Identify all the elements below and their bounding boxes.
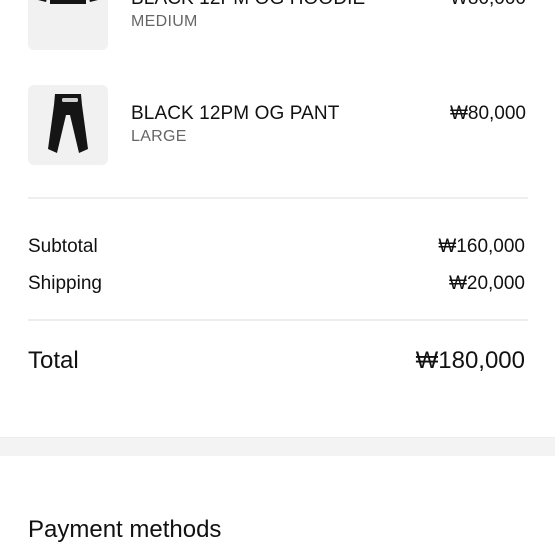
product-price: ₩80,000 [449,103,526,124]
product-thumbnail [28,85,108,165]
section-separator [0,437,555,456]
payment-methods-heading: Payment methods [28,516,222,543]
subtotal-label: Subtotal [28,236,98,257]
total-row: Total ₩180,000 [28,347,525,379]
product-size: LARGE [131,128,187,145]
product-name: BLACK 12PM OG HOODIE [131,0,365,10]
shipping-value: ₩20,000 [448,273,525,294]
divider [28,197,528,199]
product-name: BLACK 12PM OG PANT [131,103,340,124]
cart-item-pant: BLACK 12PM OG PANT LARGE ₩80,000 [28,85,528,165]
product-thumbnail [28,0,108,50]
shipping-label: Shipping [28,273,102,294]
pant-image [48,94,88,153]
subtotal-row: Subtotal ₩160,000 [28,236,525,260]
hoodie-image [38,0,98,4]
total-label: Total [28,347,79,374]
product-size: MEDIUM [131,13,198,30]
divider [28,319,528,321]
product-price: ₩80,000 [450,0,526,10]
total-value: ₩180,000 [415,347,525,374]
shipping-row: Shipping ₩20,000 [28,273,525,297]
cart-item-hoodie: BLACK 12PM OG HOODIE MEDIUM ₩80,000 [28,0,528,50]
subtotal-value: ₩160,000 [438,236,525,257]
order-summary-page: BLACK 12PM OG HOODIE MEDIUM ₩80,000 BLAC… [0,0,555,555]
